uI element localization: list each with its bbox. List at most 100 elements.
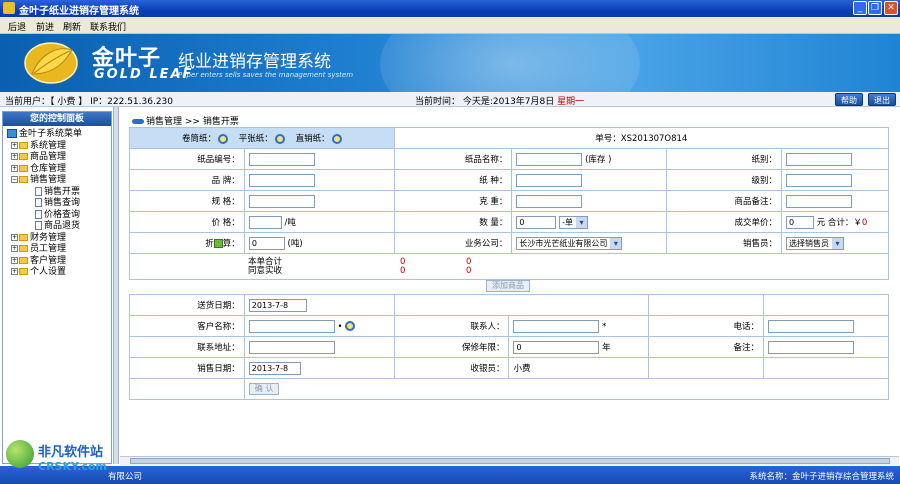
search-direct-icon[interactable] [331, 133, 342, 144]
sidebar-item-sales-query[interactable]: 销售查询 [11, 198, 111, 210]
expand-icon[interactable]: + [11, 268, 18, 275]
search-roll-label: 卷筒纸： [181, 134, 216, 144]
contact-input[interactable] [513, 319, 600, 333]
search-roll-icon[interactable] [217, 133, 228, 144]
scrollbar-thumb[interactable] [130, 458, 890, 464]
cashier-value: 小费 [508, 357, 650, 379]
delivery-date-cell: 2013-7-8 [243, 294, 395, 316]
sidebar-item-sales-invoice[interactable]: 销售开票 [11, 186, 111, 199]
company-select[interactable]: 长沙市光芒纸业有限公司 [516, 236, 623, 250]
expand-icon[interactable]: + [11, 233, 18, 241]
expand-icon[interactable]: + [11, 245, 18, 252]
grade-input[interactable] [785, 152, 852, 166]
brand-input[interactable] [248, 173, 315, 187]
sidebar-item-label: 员工管理 [30, 244, 67, 254]
menu-contact[interactable]: 联系我们 [90, 20, 126, 33]
customer-input[interactable] [248, 319, 335, 333]
collapse-icon[interactable]: − [11, 176, 18, 183]
discount-label-a: 折 [205, 239, 214, 249]
sidebar-item-label: 销售开票 [44, 186, 81, 197]
price-input[interactable] [248, 215, 282, 229]
weight-input[interactable] [516, 194, 583, 208]
sidebar-item-customers[interactable]: + 客户管理 [11, 256, 111, 268]
sale-date-input[interactable]: 2013-7-8 [248, 361, 301, 375]
menu-forward[interactable]: 前进 [36, 20, 54, 33]
paper-name-cell: (库存 ) [511, 148, 668, 170]
sidebar-item-warehouse[interactable]: + 仓库管理 [11, 164, 111, 176]
weight-label: 克 重： [393, 190, 513, 212]
sidebar-item-settings[interactable]: + 个人设置 [11, 267, 111, 279]
summary-block: 本单合计 0 0 同意实收 0 0 [248, 257, 884, 276]
spec-input[interactable] [248, 194, 315, 208]
status-bar: 当前用户：【 小费 】 IP：222.51.36.230 当前时间： 今天是:2… [0, 92, 900, 107]
sidebar-item-staff[interactable]: + 员工管理 [11, 244, 111, 256]
grade-label: 纸别： [666, 148, 782, 170]
current-time: 当前时间： 今天是:2013年7月8日 星期一 [415, 94, 584, 107]
sidebar-item-returns[interactable]: 商品退货 [11, 221, 111, 233]
close-button[interactable]: ✕ [884, 1, 898, 15]
address-input[interactable] [248, 340, 335, 354]
expand-icon[interactable]: + [11, 153, 18, 160]
sidebar-item-goods[interactable]: + 商品管理 [11, 152, 111, 164]
discount-label-b: 算： [222, 239, 240, 249]
paper-name-input[interactable] [516, 152, 583, 166]
remark-label: 备注： [648, 336, 765, 358]
horizontal-scrollbar[interactable] [120, 456, 899, 465]
warranty-label: 保修年限： [393, 336, 510, 358]
deal-price-input[interactable]: 0 [785, 215, 814, 229]
level-label: 级别： [666, 169, 782, 191]
empty-cell [648, 357, 765, 379]
sidebar-item-label: 客户管理 [30, 255, 67, 266]
salesman-cell: 选择销售员 [780, 232, 890, 254]
phone-input[interactable] [768, 319, 855, 333]
salesman-select[interactable]: 选择销售员 [785, 236, 844, 250]
page-icon [35, 198, 42, 207]
price-cell: /吨 [243, 211, 395, 233]
expand-icon[interactable]: + [11, 256, 18, 264]
banner: 金叶子 GOLD LEAF 纸业进销存管理系统 Paper enters sel… [0, 34, 900, 92]
sidebar-item-label: 财务管理 [30, 232, 67, 243]
sidebar-item-system[interactable]: + 系统管理 [11, 141, 111, 153]
logout-button[interactable]: 退出 [868, 93, 896, 106]
sidebar-item-finance[interactable]: + 财务管理 [11, 233, 111, 245]
sidebar-item-price-query[interactable]: 价格查询 [11, 209, 111, 222]
customer-search-icon[interactable] [344, 321, 355, 331]
cashier-label: 收银员： [393, 357, 510, 379]
add-goods-button[interactable]: 添加商品 [486, 280, 530, 292]
paper-code-input[interactable] [248, 152, 315, 166]
search-flat-icon[interactable] [274, 133, 285, 144]
spec-label: 规 格： [129, 190, 245, 212]
qty-input[interactable]: 0 [516, 215, 557, 229]
sidebar-item-label: 商品退货 [44, 221, 81, 231]
total-value: 0 [861, 217, 868, 228]
paper-type-cell [511, 169, 668, 191]
panel-splitter[interactable] [113, 107, 119, 464]
delivery-date-input[interactable]: 2013-7-8 [248, 298, 307, 312]
goods-remark-input[interactable] [785, 194, 852, 208]
calculator-icon[interactable] [213, 239, 223, 248]
sidebar-item-sales[interactable]: − 销售管理 [11, 175, 111, 187]
tree-root[interactable]: 金叶子系统菜单 [7, 129, 111, 141]
main-content: 销售管理 >> 销售开票 卷筒纸： 平张纸： 直销纸： 单号：XS201307O… [120, 107, 899, 464]
paper-type-input[interactable] [516, 173, 583, 187]
expand-icon[interactable]: + [11, 164, 18, 172]
ton-label: (吨) [287, 238, 303, 249]
confirm-button[interactable]: 确 认 [248, 383, 280, 395]
menu-back[interactable]: 后退 [8, 20, 26, 33]
salesman-label: 销售员： [666, 232, 782, 254]
remark-input[interactable] [768, 340, 855, 354]
expand-icon[interactable]: + [11, 141, 18, 149]
sale-date-cell: 2013-7-8 [243, 357, 395, 379]
weight-cell [511, 190, 668, 212]
minimize-button[interactable]: _ [853, 1, 867, 15]
summary-line2-value-b: 0 [466, 265, 472, 276]
help-button[interactable]: 帮助 [835, 93, 863, 106]
level-input[interactable] [785, 173, 852, 187]
warranty-input[interactable]: 0 [513, 340, 600, 354]
unit-select[interactable]: -单 [559, 215, 588, 229]
watermark: 非凡软件站 CRSKY.com [4, 436, 116, 482]
discount-input[interactable]: 0 [248, 236, 285, 250]
page-icon [35, 209, 42, 219]
maximize-button[interactable]: ❐ [868, 1, 882, 15]
menu-refresh[interactable]: 刷新 [63, 20, 81, 33]
